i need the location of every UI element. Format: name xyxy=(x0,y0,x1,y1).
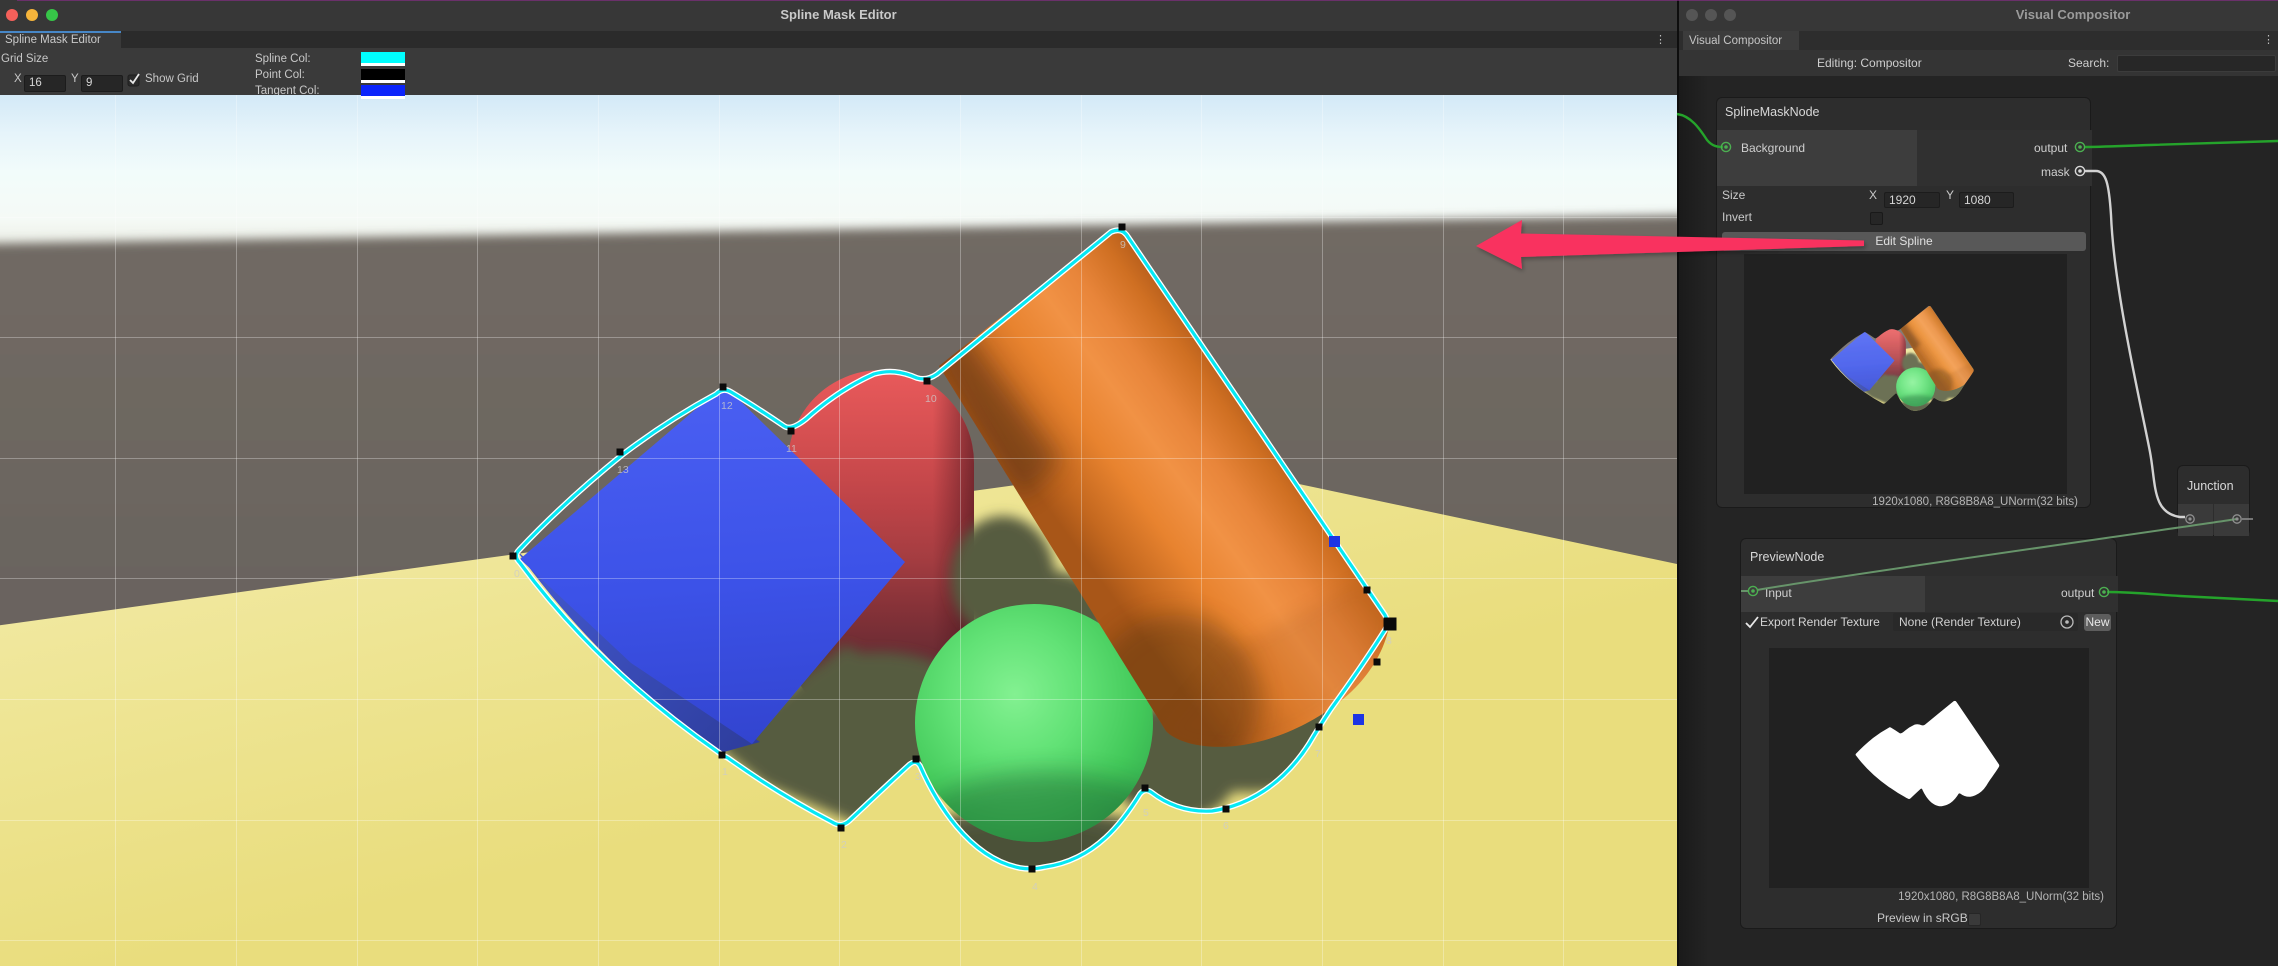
svg-text:10: 10 xyxy=(925,393,937,405)
svg-text:6: 6 xyxy=(1223,820,1229,832)
svg-text:7: 7 xyxy=(1315,748,1321,760)
svg-text:3: 3 xyxy=(915,771,921,783)
svg-text:1: 1 xyxy=(722,766,728,778)
svg-text:4: 4 xyxy=(1032,881,1038,893)
svg-text:11: 11 xyxy=(786,443,797,455)
svg-text:2: 2 xyxy=(841,839,847,851)
svg-text:8: 8 xyxy=(1386,635,1392,647)
svg-text:0: 0 xyxy=(514,568,520,580)
svg-text:13: 13 xyxy=(617,464,629,476)
svg-text:12: 12 xyxy=(721,400,733,412)
svg-text:9: 9 xyxy=(1120,239,1126,251)
svg-text:5: 5 xyxy=(1143,807,1149,819)
